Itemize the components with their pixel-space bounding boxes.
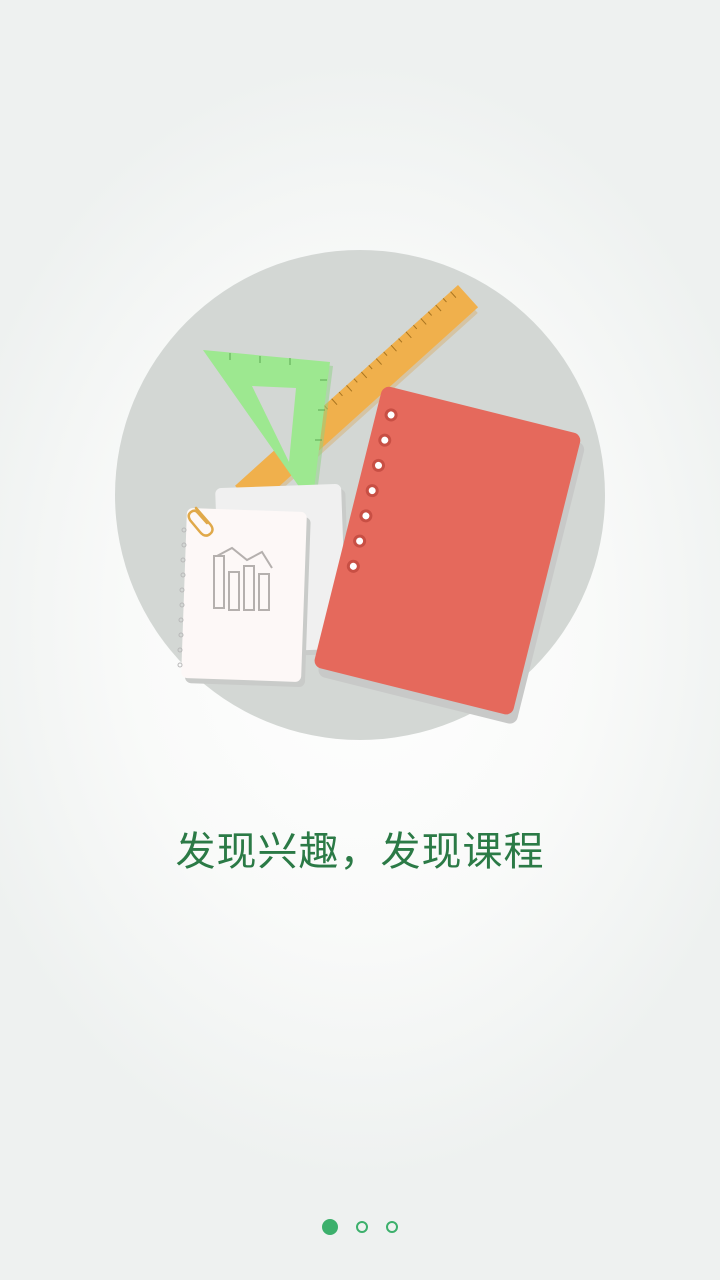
page-indicator <box>0 1219 720 1235</box>
page-dot-3[interactable] <box>386 1221 398 1233</box>
page-dot-1[interactable] <box>322 1219 338 1235</box>
onboarding-slogan: 发现兴趣，发现课程 <box>175 829 545 875</box>
page-dot-2[interactable] <box>356 1221 368 1233</box>
stationery-illustration-icon <box>115 250 605 740</box>
note-paper-icon <box>177 506 311 687</box>
